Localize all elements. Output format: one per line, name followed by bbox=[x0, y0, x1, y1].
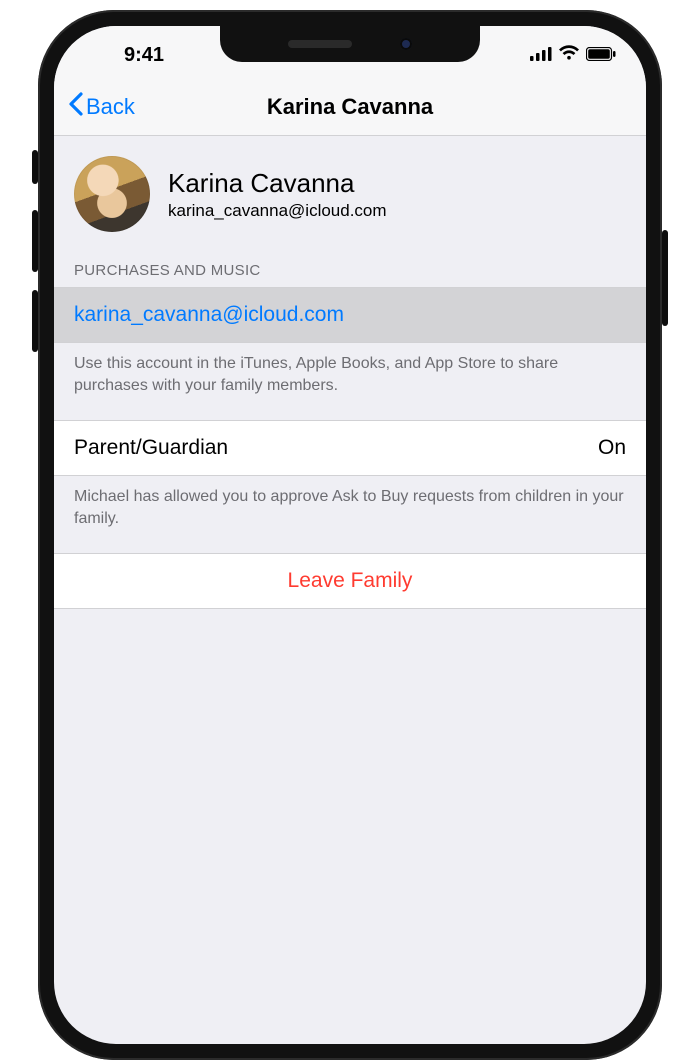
front-camera bbox=[400, 38, 412, 50]
signal-icon bbox=[530, 44, 552, 67]
parent-guardian-value: On bbox=[598, 436, 626, 460]
nav-title: Karina Cavanna bbox=[54, 94, 646, 120]
section-purchases-title: PURCHASES AND MUSIC bbox=[54, 256, 646, 287]
side-button bbox=[662, 230, 668, 326]
volume-up-button bbox=[32, 210, 38, 272]
parent-guardian-row[interactable]: Parent/Guardian On bbox=[54, 420, 646, 476]
silent-switch bbox=[32, 150, 38, 184]
profile-name: Karina Cavanna bbox=[168, 168, 387, 199]
speaker-grille bbox=[288, 40, 352, 48]
profile-header: Karina Cavanna karina_cavanna@icloud.com bbox=[54, 136, 646, 256]
parent-guardian-note: Michael has allowed you to approve Ask t… bbox=[54, 476, 646, 553]
wifi-icon bbox=[558, 44, 580, 67]
purchases-account-row[interactable]: karina_cavanna@icloud.com bbox=[54, 287, 646, 343]
leave-family-button[interactable]: Leave Family bbox=[54, 553, 646, 609]
purchases-account-email: karina_cavanna@icloud.com bbox=[74, 303, 344, 327]
volume-down-button bbox=[32, 290, 38, 352]
navigation-bar: Karina Cavanna Back bbox=[54, 78, 646, 136]
profile-email: karina_cavanna@icloud.com bbox=[168, 201, 387, 221]
screen: 9:41 Karina Cavanna bbox=[54, 26, 646, 1044]
leave-family-label: Leave Family bbox=[288, 569, 413, 593]
phone-frame: 9:41 Karina Cavanna bbox=[38, 10, 662, 1060]
battery-icon bbox=[586, 44, 616, 67]
status-time: 9:41 bbox=[84, 38, 204, 67]
avatar bbox=[74, 156, 150, 232]
purchases-note: Use this account in the iTunes, Apple Bo… bbox=[54, 343, 646, 420]
parent-guardian-label: Parent/Guardian bbox=[74, 436, 228, 460]
notch bbox=[220, 26, 480, 62]
